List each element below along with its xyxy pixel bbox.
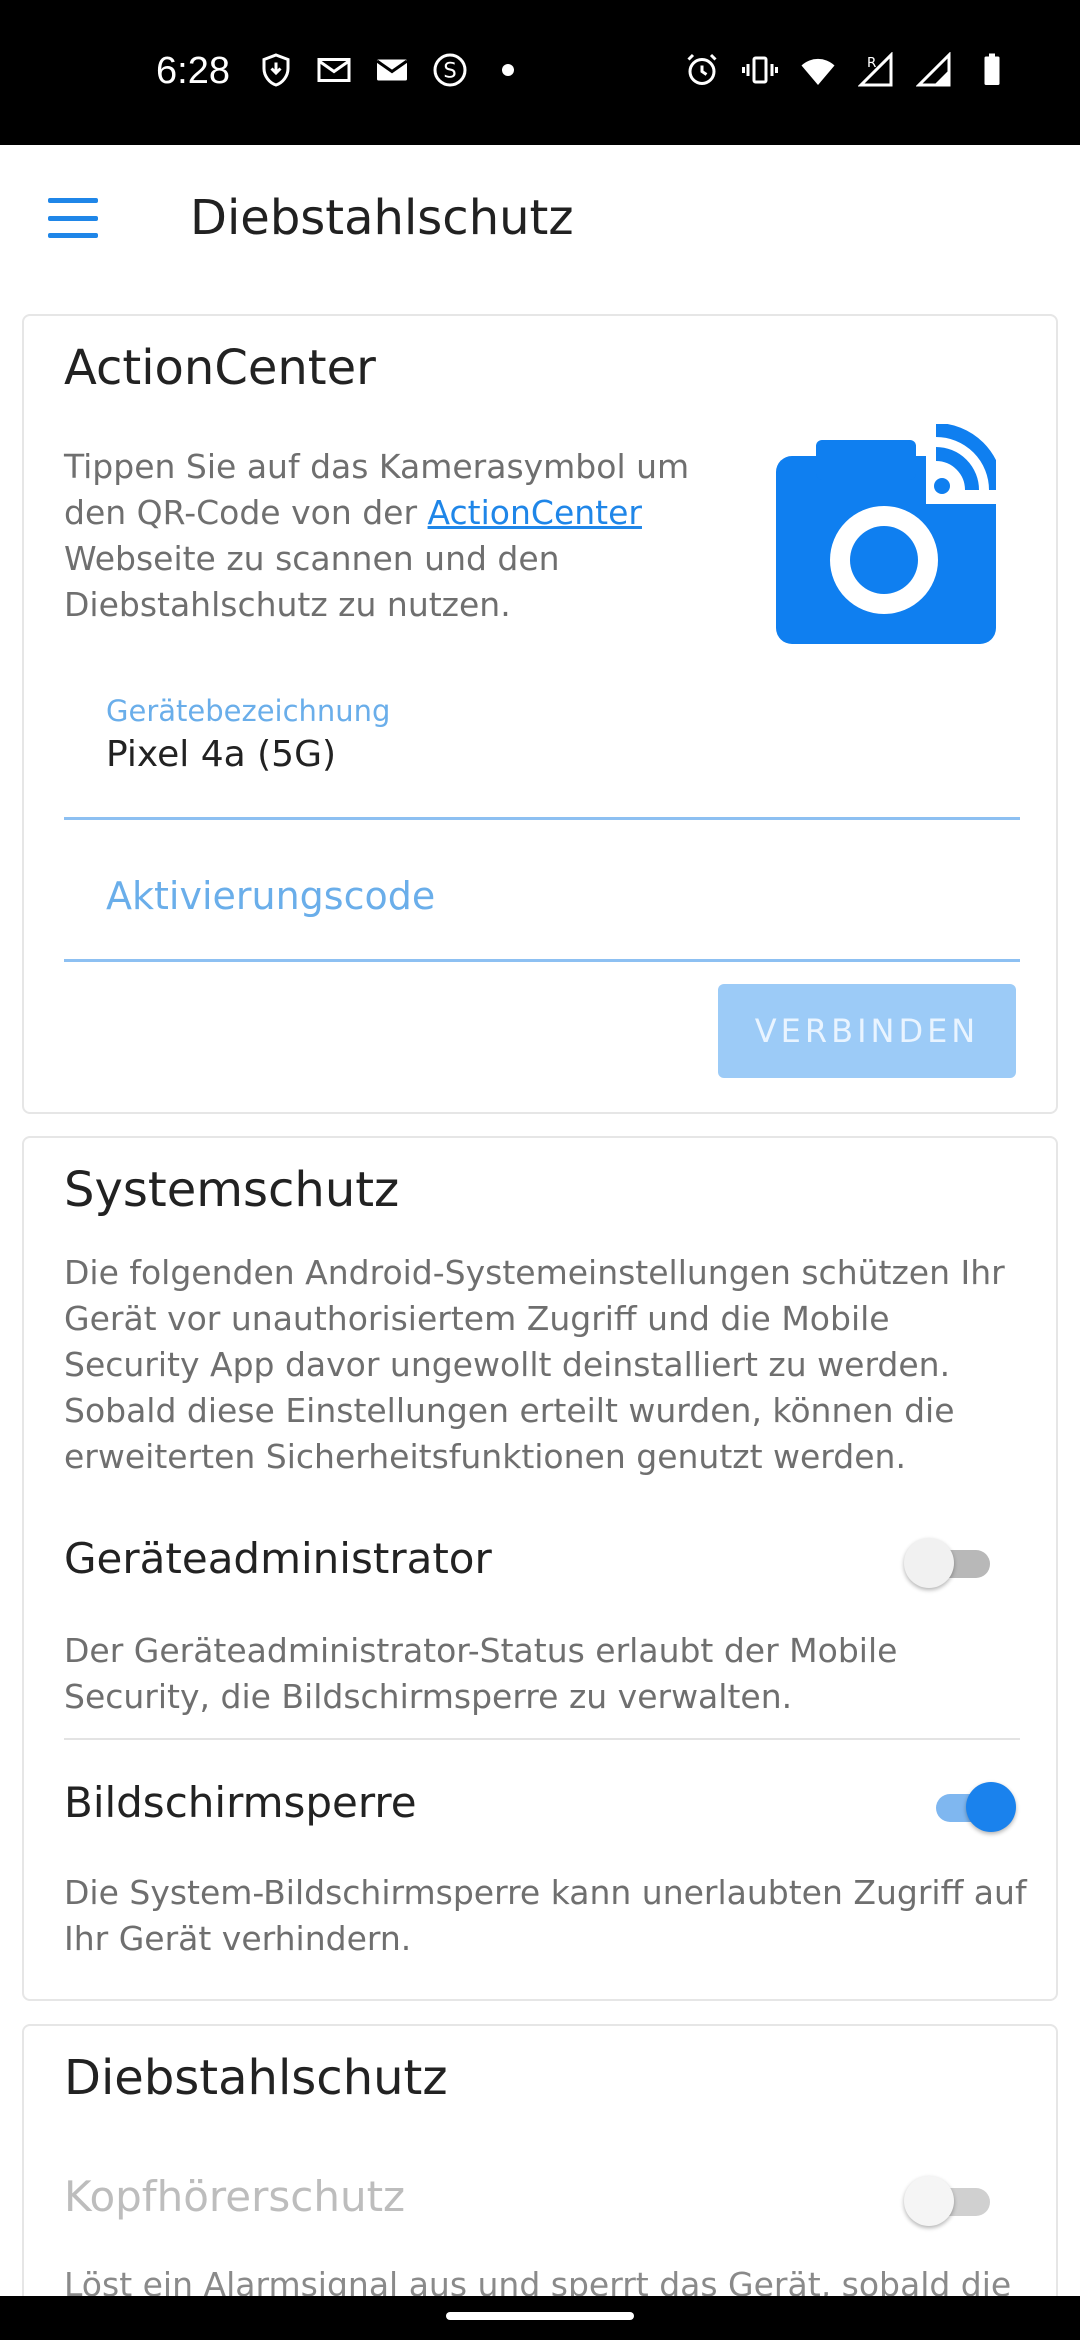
theft-protection-card: Diebstahlschutz Kopfhörerschutz Löst ein…: [22, 2024, 1058, 2340]
camera-qr-icon[interactable]: [776, 424, 996, 644]
status-bar: 6:28 S R: [0, 0, 1080, 145]
signal-icon: [916, 52, 951, 87]
svg-text:S: S: [443, 59, 456, 83]
action-center-title: ActionCenter: [64, 340, 376, 396]
screen-lock-toggle[interactable]: [926, 1782, 1016, 1832]
action-center-link[interactable]: ActionCenter: [428, 493, 642, 532]
vibrate-icon: [742, 56, 778, 84]
device-admin-label: Geräteadministrator: [64, 1534, 492, 1583]
device-name-underline: [64, 817, 1020, 820]
status-left-icons: S: [258, 52, 526, 88]
shield-download-icon: [262, 53, 290, 87]
screen-lock-label: Bildschirmsperre: [64, 1778, 417, 1827]
status-right-icons: R: [684, 52, 1010, 88]
connect-button[interactable]: VERBINDEN: [718, 984, 1016, 1078]
device-admin-toggle[interactable]: [904, 1538, 994, 1588]
wifi-icon: [801, 58, 835, 85]
headphone-protection-label: Kopfhörerschutz: [64, 2172, 406, 2221]
divider: [64, 1738, 1020, 1740]
action-center-description: Tippen Sie auf das Kamerasymbol um den Q…: [64, 447, 690, 624]
mail-outline-icon: [317, 58, 351, 82]
device-admin-description: Der Geräteadministrator-Status erlaubt d…: [64, 1631, 898, 1716]
status-time: 6:28: [156, 50, 230, 92]
device-name-value[interactable]: Pixel 4a (5G): [106, 734, 336, 775]
page-title: Diebstahlschutz: [190, 190, 574, 246]
battery-icon: [984, 53, 1000, 85]
app-bar: Diebstahlschutz: [0, 145, 1080, 290]
activation-code-placeholder[interactable]: Aktivierungscode: [106, 874, 435, 918]
s-circle-icon: S: [433, 53, 467, 87]
theft-protection-title: Diebstahlschutz: [64, 2050, 448, 2106]
system-protection-description: Die folgenden Android-Systemeinstellunge…: [64, 1253, 1005, 1476]
navigation-bar: [0, 2296, 1080, 2340]
screen-lock-description: Die System-Bildschirmsperre kann unerlau…: [64, 1873, 1027, 1958]
device-name-field[interactable]: Gerätebezeichnung Pixel 4a (5G): [64, 694, 1020, 820]
toggle-thumb: [904, 2176, 954, 2226]
signal-roaming-icon: R: [858, 52, 893, 87]
menu-icon[interactable]: [40, 190, 106, 246]
activation-code-underline: [64, 959, 1020, 962]
mail-icon: [376, 59, 408, 81]
action-center-card: ActionCenter Tippen Sie auf das Kamerasy…: [22, 314, 1058, 1114]
system-protection-title: Systemschutz: [64, 1162, 400, 1218]
toggle-thumb: [904, 1538, 954, 1588]
toggle-thumb: [966, 1782, 1016, 1832]
activation-code-field[interactable]: Aktivierungscode: [64, 836, 1020, 962]
device-name-label: Gerätebezeichnung: [106, 694, 391, 728]
dot-icon: [502, 64, 514, 76]
headphone-protection-toggle[interactable]: [904, 2176, 994, 2226]
system-protection-card: Systemschutz Die folgenden Android-Syste…: [22, 1136, 1058, 2001]
alarm-icon: [687, 53, 717, 85]
home-handle[interactable]: [446, 2312, 634, 2320]
svg-text:R: R: [867, 55, 876, 71]
